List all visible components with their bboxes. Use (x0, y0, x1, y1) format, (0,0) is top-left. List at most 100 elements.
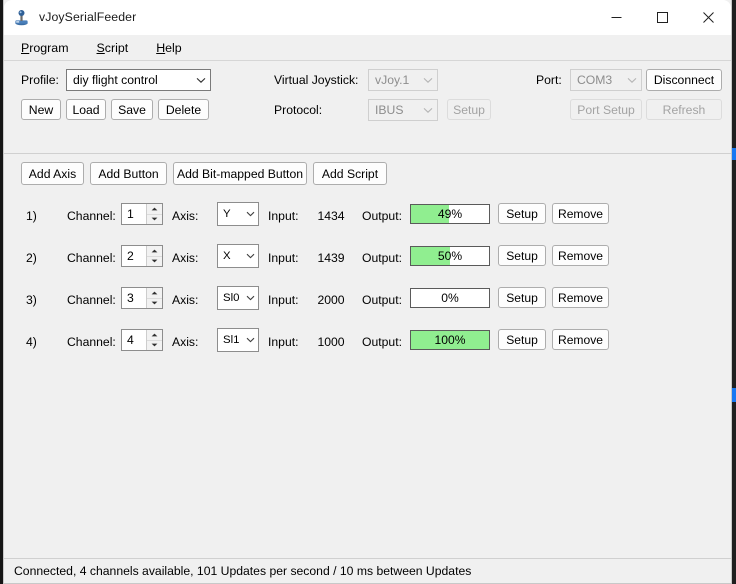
output-progress-label: 0% (441, 291, 459, 305)
output-progress-label: 50% (437, 249, 463, 263)
virtual-joystick-label: Virtual Joystick: (274, 73, 359, 87)
virtual-joystick-select[interactable]: vJoy.1 (368, 69, 438, 91)
menu-item-help[interactable]: Help (156, 39, 194, 57)
virtual-joystick-value: vJoy.1 (375, 73, 410, 87)
disconnect-button[interactable]: Disconnect (646, 69, 722, 91)
add-button-button[interactable]: Add Button (90, 162, 167, 185)
chevron-down-icon (419, 107, 437, 114)
stepper-down-icon[interactable] (147, 257, 162, 267)
row-remove-button[interactable]: Remove (552, 245, 609, 266)
axis-select[interactable]: Sl1 (217, 328, 259, 352)
row-setup-button[interactable]: Setup (498, 203, 546, 224)
row-index: 1) (26, 209, 37, 223)
table-row: 4) Channel: 4 Axis: Sl1 Input: 1000 Outp… (4, 323, 731, 365)
protocol-label: Protocol: (274, 103, 323, 117)
refresh-button[interactable]: Refresh (646, 99, 722, 120)
chevron-down-icon (242, 295, 258, 301)
axis-select-value: Sl1 (223, 334, 240, 346)
row-index: 4) (26, 335, 37, 349)
profile-select[interactable]: diy flight control (66, 69, 211, 91)
row-setup-button[interactable]: Setup (498, 329, 546, 350)
protocol-setup-button[interactable]: Setup (447, 99, 491, 120)
table-row: 1) Channel: 1 Axis: Y Input: 1434 Output… (4, 197, 731, 239)
row-setup-button[interactable]: Setup (498, 245, 546, 266)
axis-label: Axis: (172, 209, 199, 223)
row-remove-button[interactable]: Remove (552, 203, 609, 224)
title-bar: vJoySerialFeeder (4, 0, 731, 35)
channel-stepper-buttons (146, 204, 162, 224)
input-value: 1439 (317, 251, 345, 265)
output-progress-bar: 0% (410, 288, 490, 308)
input-label: Input: (268, 251, 299, 265)
add-toolbar: Add Axis Add Button Add Bit-mapped Butto… (4, 154, 731, 194)
add-script-button[interactable]: Add Script (313, 162, 387, 185)
output-label: Output: (362, 251, 402, 265)
stepper-down-icon[interactable] (147, 215, 162, 225)
input-label: Input: (268, 335, 299, 349)
stepper-down-icon[interactable] (147, 341, 162, 351)
input-value: 1434 (317, 209, 345, 223)
axis-select-value: Y (223, 208, 231, 220)
chevron-down-icon (242, 337, 258, 343)
output-progress-label: 49% (437, 207, 463, 221)
axis-select[interactable]: Sl0 (217, 286, 259, 310)
channel-stepper-value: 3 (127, 291, 134, 305)
port-value: COM3 (577, 73, 613, 87)
protocol-select[interactable]: IBUS (368, 99, 438, 121)
menu-item-script[interactable]: Script (97, 39, 141, 57)
channel-stepper-value: 1 (127, 207, 134, 221)
chevron-down-icon (242, 211, 258, 217)
menu-item-program-label: rogram (29, 40, 69, 55)
output-label: Output: (362, 335, 402, 349)
add-axis-button[interactable]: Add Axis (21, 162, 84, 185)
input-label: Input: (268, 293, 299, 307)
axis-select[interactable]: Y (217, 202, 259, 226)
window-controls (593, 0, 731, 34)
chevron-down-icon (192, 77, 210, 84)
delete-profile-button[interactable]: Delete (158, 99, 209, 120)
row-remove-button[interactable]: Remove (552, 287, 609, 308)
new-profile-button[interactable]: New (21, 99, 61, 120)
input-value: 2000 (317, 293, 345, 307)
chevron-down-icon (419, 77, 437, 84)
output-progress-bar: 100% (410, 330, 490, 350)
output-label: Output: (362, 209, 402, 223)
app-window: vJoySerialFeeder Program Script Help Pro… (3, 0, 732, 584)
stepper-down-icon[interactable] (147, 299, 162, 309)
channel-stepper[interactable]: 2 (121, 245, 163, 267)
output-label: Output: (362, 293, 402, 307)
channel-stepper-buttons (146, 288, 162, 308)
save-profile-button[interactable]: Save (111, 99, 153, 120)
channel-label: Channel: (67, 335, 116, 349)
mapping-rows: 1) Channel: 1 Axis: Y Input: 1434 Output… (4, 194, 731, 558)
channel-stepper[interactable]: 1 (121, 203, 163, 225)
axis-select[interactable]: X (217, 244, 259, 268)
stepper-up-icon[interactable] (147, 246, 162, 257)
channel-stepper[interactable]: 4 (121, 329, 163, 351)
stepper-up-icon[interactable] (147, 288, 162, 299)
protocol-value: IBUS (375, 103, 404, 117)
maximize-icon[interactable] (639, 0, 685, 34)
row-index: 2) (26, 251, 37, 265)
minimize-icon[interactable] (593, 0, 639, 34)
port-setup-button[interactable]: Port Setup (570, 99, 642, 120)
status-bar: Connected, 4 channels available, 101 Upd… (4, 558, 731, 583)
axis-select-value: Sl0 (223, 292, 240, 304)
row-remove-button[interactable]: Remove (552, 329, 609, 350)
stepper-up-icon[interactable] (147, 330, 162, 341)
menu-item-program[interactable]: Program (21, 39, 81, 57)
close-icon[interactable] (685, 0, 731, 34)
joystick-icon (13, 9, 30, 26)
profile-select-value: diy flight control (73, 73, 158, 87)
load-profile-button[interactable]: Load (66, 99, 106, 120)
add-bitmapped-button-button[interactable]: Add Bit-mapped Button (173, 162, 307, 185)
channel-label: Channel: (67, 251, 116, 265)
channel-stepper-value: 4 (127, 333, 134, 347)
axis-label: Axis: (172, 335, 199, 349)
row-setup-button[interactable]: Setup (498, 287, 546, 308)
channel-stepper[interactable]: 3 (121, 287, 163, 309)
port-select[interactable]: COM3 (570, 69, 642, 91)
output-progress-bar: 49% (410, 204, 490, 224)
stepper-up-icon[interactable] (147, 204, 162, 215)
input-label: Input: (268, 209, 299, 223)
